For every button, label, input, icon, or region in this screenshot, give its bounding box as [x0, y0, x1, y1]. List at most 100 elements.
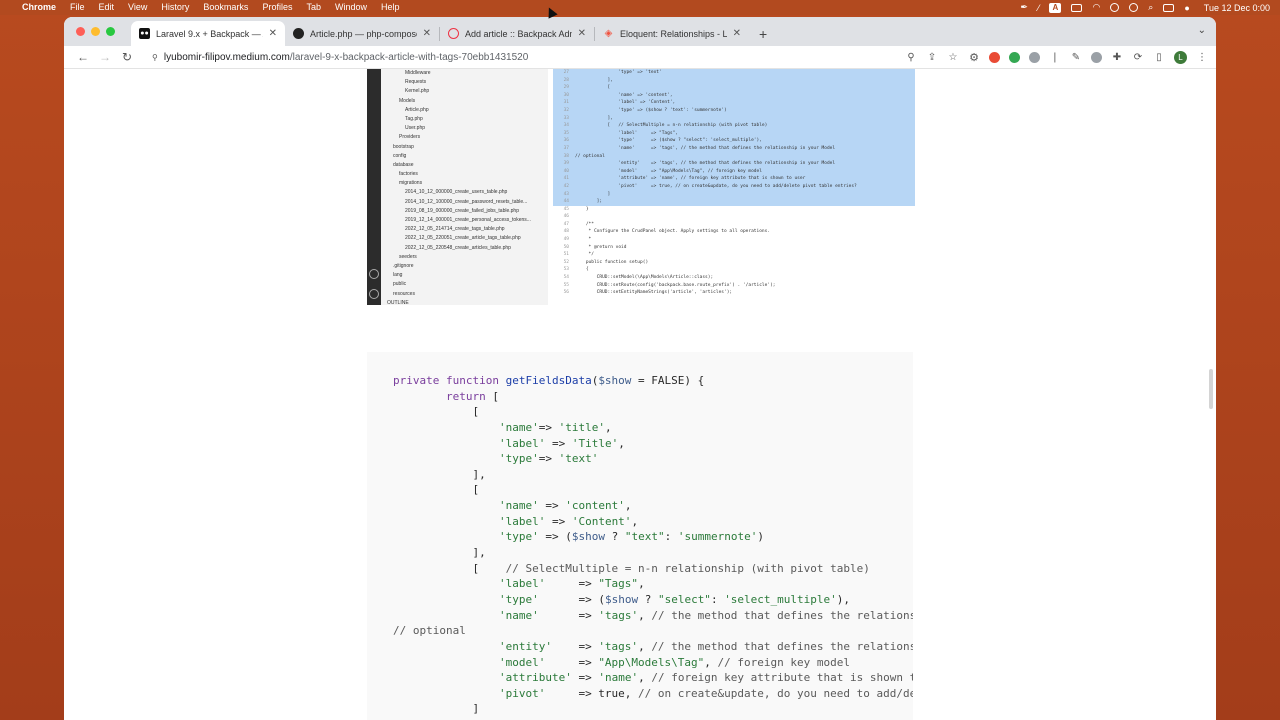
code-text: private function getFieldsData($show = F…: [393, 373, 913, 717]
page-scrollbar[interactable]: [1209, 369, 1213, 409]
back-button[interactable]: ←: [72, 50, 94, 64]
file-tree-item: public: [393, 281, 407, 288]
zoom-icon[interactable]: ⚲: [905, 51, 917, 63]
more-menu-icon[interactable]: ⋮: [1196, 51, 1208, 63]
code-line: return [: [445, 389, 499, 403]
menu-profiles[interactable]: Profiles: [262, 0, 292, 15]
url-domain: lyubomir-filipov.medium.com: [163, 51, 290, 63]
file-tree-item: Providers: [399, 134, 421, 141]
pen-icon[interactable]: ✒: [1020, 2, 1028, 13]
profile-avatar[interactable]: L: [1174, 50, 1187, 64]
menu-bookmarks[interactable]: Bookmarks: [203, 0, 248, 15]
screenshot-code-line: 42 'pivot' => true, // on create&update,…: [553, 182, 915, 191]
code-line: ],: [393, 467, 486, 481]
extension-brackets-icon[interactable]: ❘: [1049, 51, 1061, 63]
new-tab-button[interactable]: +: [759, 26, 767, 42]
file-tree-item: bootstrap: [393, 143, 414, 150]
file-tree: Middleware Requests Kernel.php Models Articl…: [387, 69, 547, 305]
screenshot-code-line: 51 */: [563, 252, 594, 258]
close-tab-icon[interactable]: ✕: [423, 28, 431, 39]
medium-icon: ●●: [139, 28, 150, 39]
extension-green-icon[interactable]: [1009, 51, 1020, 63]
code-line: 'label' => 'Title',: [498, 436, 625, 450]
close-window-button[interactable]: [76, 27, 85, 36]
reload-button[interactable]: ↻: [116, 50, 138, 64]
code-line: private function getFieldsData($show = F…: [393, 374, 705, 387]
macos-menubar: Chrome File Edit View History Bookmarks …: [0, 0, 1280, 15]
tab-add-article[interactable]: Add article :: Backpack Admin ✕: [440, 21, 594, 46]
code-line: 'name'=> 'title',: [498, 420, 612, 434]
input-source-icon[interactable]: A: [1049, 2, 1062, 13]
user-switch-icon[interactable]: [1110, 3, 1120, 12]
tabs: ●● Laravel 9.x + Backpack — Arti ✕ Artic…: [131, 21, 767, 46]
tab-title: Add article :: Backpack Admin: [465, 28, 572, 39]
screenshot-sidebar: Middleware Requests Kernel.php Models Articl…: [367, 69, 548, 305]
screenshot-code-line: 53 {: [563, 267, 589, 273]
file-tree-item: OUTLINE: [387, 299, 409, 305]
file-tree-item: Tag.php: [405, 115, 423, 122]
settings-icon: [369, 289, 379, 299]
menu-edit[interactable]: Edit: [99, 0, 115, 15]
code-line: 'type' => ($show ? "text": 'summernote'): [498, 530, 764, 544]
bluetooth-off-icon[interactable]: ⁄: [1038, 3, 1040, 13]
menu-app-chrome[interactable]: Chrome: [22, 0, 56, 15]
laravel-icon: ◈: [604, 28, 613, 39]
code-line: 'name' => 'tags', // the method that def…: [498, 608, 913, 622]
screenshot-code: 27 'type' => 'text' 28 ], 29 [30 'name' =>…: [553, 69, 915, 305]
tab-search-chevron-icon[interactable]: ⌄: [1198, 25, 1206, 36]
extension-sync-icon[interactable]: ⟳: [1132, 51, 1144, 63]
screenshot-code-line: 30 'name' => 'content',: [553, 91, 915, 100]
menu-file[interactable]: File: [70, 0, 85, 15]
url-path: /laravel-9-x-backpack-article-with-tags-…: [289, 51, 529, 63]
wifi-icon[interactable]: ◠: [1092, 2, 1100, 13]
tab-laravel-backpack[interactable]: ●● Laravel 9.x + Backpack — Arti ✕: [131, 21, 285, 46]
menu-history[interactable]: History: [161, 0, 189, 15]
zoom-window-button[interactable]: [106, 27, 115, 36]
menu-view[interactable]: View: [128, 0, 147, 15]
siri-icon[interactable]: ●: [1184, 3, 1189, 13]
search-icon[interactable]: ⌕: [1148, 2, 1153, 13]
share-icon[interactable]: ⇪: [926, 51, 938, 63]
menu-tab[interactable]: Tab: [306, 0, 321, 15]
screenshot-code-line: 27 'type' => 'text': [553, 69, 915, 77]
address-bar[interactable]: ⚲ lyubomir-filipov.medium.com/laravel-9-…: [142, 48, 897, 67]
menu-window[interactable]: Window: [335, 0, 367, 15]
close-tab-icon[interactable]: ✕: [733, 28, 741, 39]
page-content: Middleware Requests Kernel.php Models Articl…: [64, 69, 1216, 720]
code-line: ],: [393, 546, 486, 560]
side-panel-icon[interactable]: ▯: [1153, 51, 1165, 63]
battery-icon[interactable]: [1071, 3, 1083, 12]
file-tree-item: Models: [399, 97, 416, 104]
screenshot-code-line: 46: [563, 214, 569, 220]
code-line: ]: [393, 702, 480, 716]
extensions-puzzle-icon[interactable]: ✚: [1111, 51, 1123, 63]
screenshot-code-line: 36 'type' => ($show ? "select": 'select_…: [553, 137, 915, 145]
screenshot-code-line: 43 ]: [553, 190, 915, 199]
extension-color-icon[interactable]: ✎: [1070, 51, 1082, 63]
file-tree-item: .gitignore: [393, 262, 414, 269]
minimize-window-button[interactable]: [91, 27, 100, 36]
tab-eloquent-relationships[interactable]: ◈ Eloquent: Relationships - Lara ✕: [595, 21, 749, 46]
code-line: [: [393, 483, 480, 497]
extension-disabled-icon[interactable]: [1091, 51, 1102, 63]
forward-button[interactable]: →: [94, 50, 116, 64]
screenshot-code-line: 55 CRUD::setRoute(config('backpack.base.…: [563, 282, 776, 288]
extension-grey-icon[interactable]: [1029, 51, 1040, 63]
file-tree-item: migrations: [399, 180, 423, 187]
screenshot-code-line: 32 'type' => ($show ? 'text': 'summernot…: [553, 106, 915, 115]
menubar-clock[interactable]: Tue 12 Dec 0:00: [1204, 3, 1270, 13]
bookmark-star-icon[interactable]: ☆: [947, 51, 959, 63]
file-tree-item: User.php: [405, 125, 426, 132]
focus-icon[interactable]: [1129, 3, 1139, 12]
code-line: 'type' => ($show ? "select": 'select_mul…: [498, 592, 851, 606]
menu-help[interactable]: Help: [381, 0, 400, 15]
extension-gear-icon[interactable]: ⚙: [968, 51, 980, 64]
screenshot-code-line: 49 *: [563, 237, 592, 243]
close-tab-icon[interactable]: ✕: [269, 28, 277, 39]
control-center-icon[interactable]: [1163, 3, 1175, 12]
window-controls: [76, 27, 115, 36]
close-tab-icon[interactable]: ✕: [578, 28, 586, 39]
site-info-icon[interactable]: ⚲: [152, 53, 158, 62]
tab-article-php[interactable]: Article.php — php-composer- ✕: [285, 21, 439, 46]
extension-red-icon[interactable]: [989, 51, 1000, 63]
